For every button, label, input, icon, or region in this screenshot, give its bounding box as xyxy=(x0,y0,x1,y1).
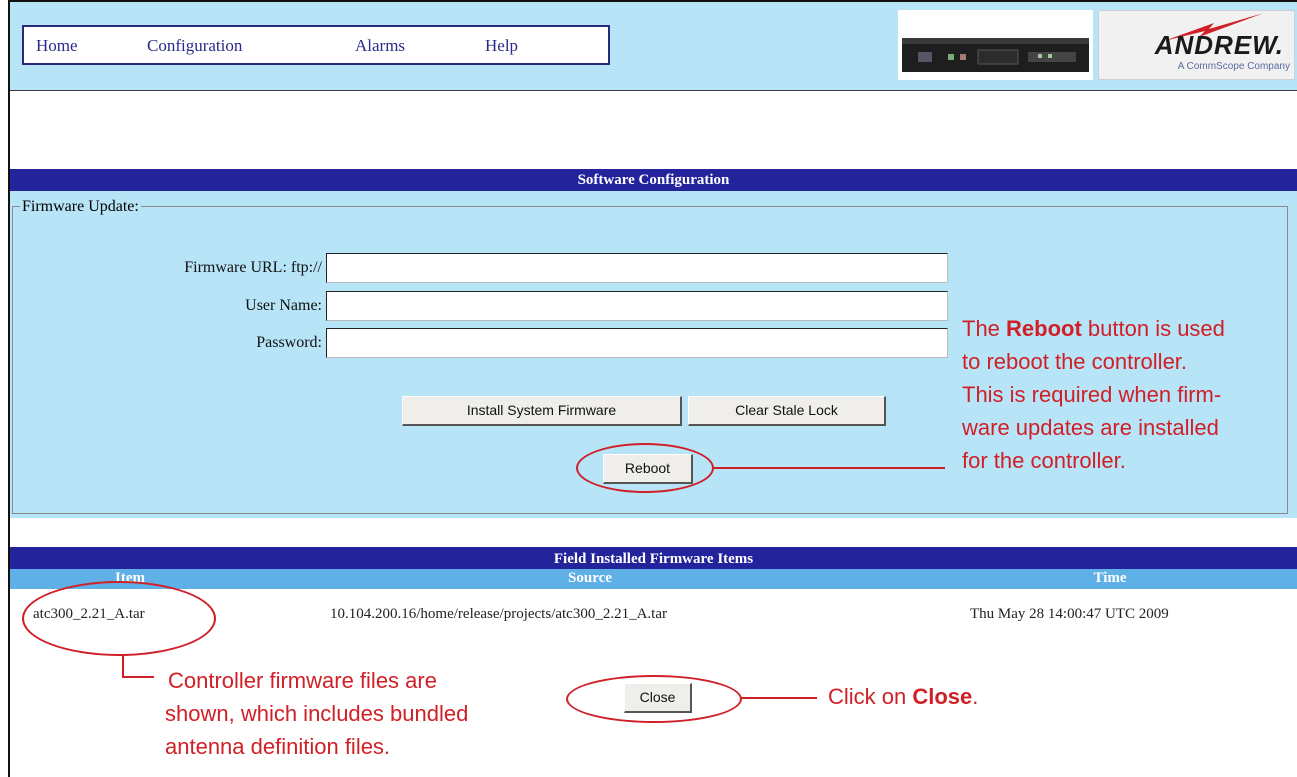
annotation-line: antenna definition files. xyxy=(165,734,391,759)
firmware-item-time: Thu May 28 14:00:47 UTC 2009 xyxy=(970,606,1169,622)
user-name-label: User Name: xyxy=(245,297,322,314)
reboot-highlight-ellipse xyxy=(576,443,714,493)
close-highlight-ellipse xyxy=(566,675,742,723)
firmware-files-annotation: Controller firmware files are shown, whi… xyxy=(165,664,525,763)
annotation-line: The Reboot button is used xyxy=(962,316,1225,341)
annotation-line: to reboot the controller. xyxy=(962,349,1188,374)
install-system-firmware-button[interactable]: Install System Firmware xyxy=(402,396,682,426)
item-highlight-ellipse xyxy=(22,581,216,656)
firmware-items-title: Field Installed Firmware Items xyxy=(10,547,1297,569)
item-callout-line-vertical xyxy=(122,656,124,678)
firmware-items-header-row: Item Source Time xyxy=(10,569,1297,589)
clear-stale-lock-button[interactable]: Clear Stale Lock xyxy=(688,396,886,426)
user-name-input[interactable] xyxy=(326,291,948,321)
logo-subtitle: A CommScope Company xyxy=(1177,61,1290,72)
reboot-callout-line xyxy=(713,467,945,469)
annotation-line: for the controller. xyxy=(962,448,1126,473)
password-label: Password: xyxy=(256,334,322,351)
nav-configuration[interactable]: Configuration xyxy=(147,36,242,56)
reboot-annotation: The Reboot button is used to reboot the … xyxy=(962,312,1292,477)
annotation-line: This is required when firm- xyxy=(962,382,1222,407)
column-header-source: Source xyxy=(568,570,612,586)
logo-wordmark: ANDREW. xyxy=(1154,30,1284,60)
firmware-item-source: 10.104.200.16/home/release/projects/atc3… xyxy=(330,606,667,622)
firmware-url-input[interactable] xyxy=(326,253,948,283)
andrew-logo: ANDREW. A CommScope Company xyxy=(1098,10,1295,80)
close-annotation: Click on Close. xyxy=(828,684,979,709)
device-image xyxy=(898,10,1093,80)
nav-help[interactable]: Help xyxy=(485,36,518,56)
annotation-line: ware updates are installed xyxy=(962,415,1219,440)
nav-menu: Home Configuration Alarms Help xyxy=(22,25,610,65)
annotation-line: Controller firmware files are xyxy=(168,668,437,693)
software-configuration-title: Software Configuration xyxy=(10,169,1297,191)
firmware-update-legend: Firmware Update: xyxy=(20,198,141,216)
item-callout-line-horizontal xyxy=(122,676,154,678)
password-input[interactable] xyxy=(326,328,948,358)
nav-alarms[interactable]: Alarms xyxy=(355,36,405,56)
firmware-url-label: Firmware URL: ftp:// xyxy=(184,259,322,276)
annotation-line: shown, which includes bundled xyxy=(165,701,469,726)
close-callout-line xyxy=(741,697,817,699)
nav-home[interactable]: Home xyxy=(36,36,78,56)
column-header-time: Time xyxy=(1093,570,1127,586)
